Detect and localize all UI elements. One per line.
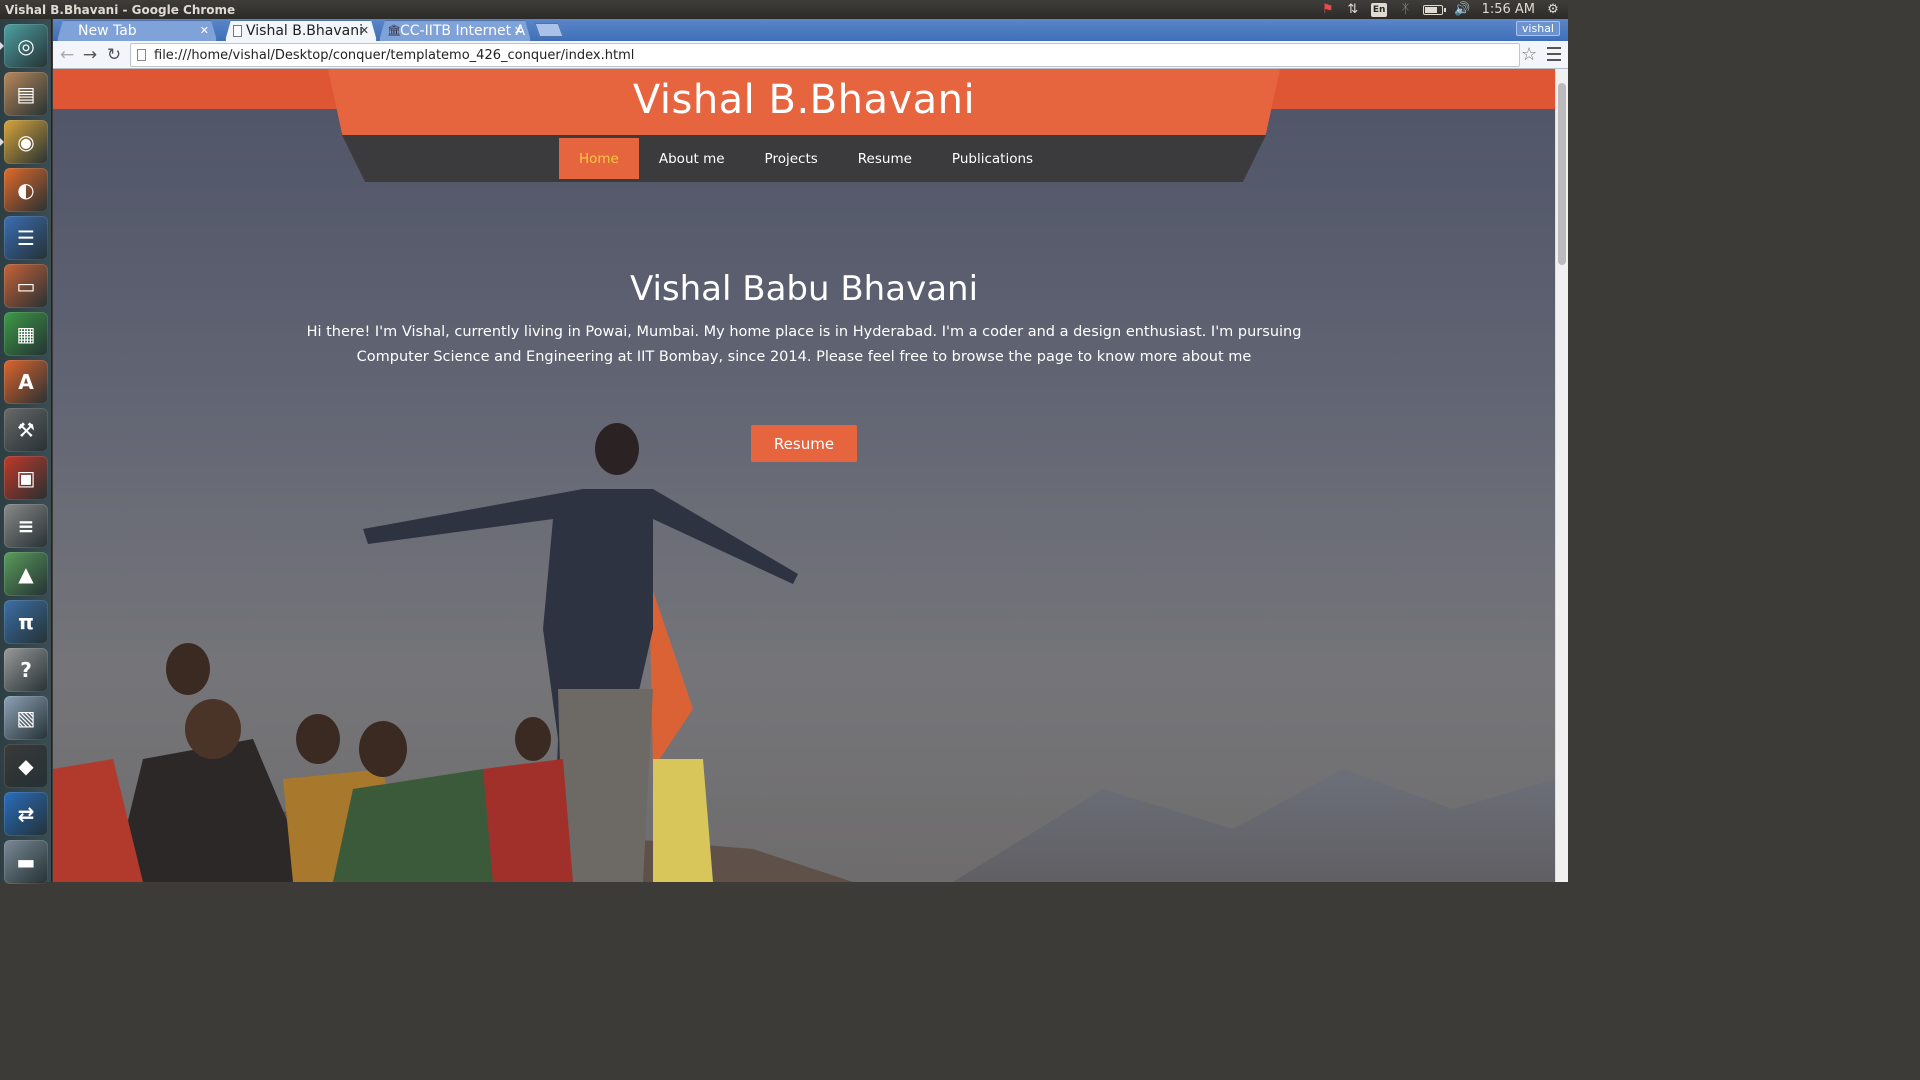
help-icon: ? [20,658,32,682]
nav-projects[interactable]: Projects [745,138,838,179]
close-icon[interactable]: ✕ [360,21,369,41]
bluetooth-icon[interactable]: ᛡ [1398,2,1412,17]
tab-strip: New Tab ✕ Vishal B.Bhavani ✕ 🏛 CC-IITB I… [53,19,1568,41]
battery-icon[interactable] [1423,4,1447,15]
tab-title: New Tab [78,23,137,39]
disk-icon: ▬ [16,850,36,874]
tab-new-tab[interactable]: New Tab ✕ [57,20,217,41]
hero-name: Vishal Babu Bhavani [629,269,979,309]
launcher-firefox[interactable]: ◐ [4,168,48,212]
settings-icon: ⚒ [17,418,35,442]
launcher-teamviewer[interactable]: ⇄ [4,792,48,836]
tab-title: CC-IITB Internet A [400,23,526,39]
bank-icon: 🏛 [387,24,401,37]
launcher-mixer[interactable]: ≡ [4,504,48,548]
launcher-image-viewer[interactable]: ▧ [4,696,48,740]
tab-cc-iitb[interactable]: 🏛 CC-IITB Internet A ✕ [379,20,531,41]
launcher-dash-home[interactable]: ◎ [4,24,48,68]
software-center-icon: A [18,370,34,394]
menu-icon[interactable] [1547,47,1561,61]
launcher-files[interactable]: ▤ [4,72,48,116]
tab-vishal-bhavani[interactable]: Vishal B.Bhavani ✕ [225,20,377,41]
bookmark-star-icon[interactable]: ☆ [1521,44,1537,65]
firefox-icon: ◐ [17,178,35,202]
group-photo [53,423,1555,882]
close-icon[interactable]: ✕ [200,21,209,41]
browser-toolbar: ← → ↻ ☆ [53,41,1568,69]
page-scrollbar[interactable] [1555,69,1568,882]
inkscape-icon: ◆ [18,754,34,778]
launcher-help[interactable]: ? [4,648,48,692]
url-input[interactable] [154,47,1474,63]
resume-button[interactable]: Resume [751,425,857,462]
running-indicator [0,42,4,50]
libreoffice-calc-icon: ▦ [16,322,36,346]
volume-icon[interactable]: 🔊 [1454,2,1470,17]
new-tab-button[interactable] [534,23,564,37]
reload-icon[interactable]: ↻ [103,44,125,66]
forward-arrow-icon[interactable]: → [79,44,101,66]
nav-publications[interactable]: Publications [932,138,1053,179]
profile-button[interactable]: vishal [1515,21,1560,36]
tab-title: Vishal B.Bhavani [246,23,363,39]
network-arrows-icon[interactable]: ⇅ [1346,2,1360,17]
file-manager-icon: ▤ [16,82,36,106]
launcher-android-studio[interactable]: ▲ [4,552,48,596]
launcher-workspaces[interactable]: ▣ [4,456,48,500]
close-icon[interactable]: ✕ [514,21,523,41]
running-indicator [0,138,4,146]
ubuntu-logo-icon: ◎ [17,34,35,58]
launcher-system-settings[interactable]: ⚒ [4,408,48,452]
launcher-software-center[interactable]: A [4,360,48,404]
launcher: ◎ ▤ ◉ ◐ ☰ ▭ ▦ A ⚒ ▣ ≡ ▲ π? ▧ ◆ ⇄ ▬ [0,19,52,884]
top-panel: Vishal B.Bhavani - Google Chrome ⚑ ⇅ En … [0,0,1568,19]
sliders-icon: ≡ [17,514,35,538]
gear-icon[interactable]: ⚙ [1546,2,1560,17]
indicator-area: ⚑ ⇅ En ᛡ 🔊 1:56 AM ⚙ [1321,2,1568,17]
launcher-impress[interactable]: ▭ [4,264,48,308]
launcher-python[interactable]: π [4,600,48,644]
launcher-calc[interactable]: ▦ [4,312,48,356]
python-icon: π [18,610,34,634]
libreoffice-writer-icon: ☰ [17,226,35,250]
battery-level [1425,6,1437,13]
site-nav: Home About me Projects Resume Publicatio… [559,138,1053,179]
android-studio-icon: ▲ [18,562,34,586]
launcher-disk[interactable]: ▬ [4,840,48,884]
address-bar[interactable] [130,43,1520,67]
back-arrow-icon[interactable]: ← [56,44,78,66]
page-viewport: Vishal B.Bhavani Home About me Projects … [53,69,1555,882]
launcher-inkscape[interactable]: ◆ [4,744,48,788]
browser-window: New Tab ✕ Vishal B.Bhavani ✕ 🏛 CC-IITB I… [53,19,1568,882]
keyboard-layout-indicator[interactable]: En [1370,2,1388,17]
page-icon [137,49,146,61]
clock[interactable]: 1:56 AM [1482,2,1535,17]
scrollbar-thumb[interactable] [1558,83,1566,265]
teamviewer-icon: ⇄ [17,802,35,826]
nav-resume[interactable]: Resume [838,138,932,179]
nav-home[interactable]: Home [559,138,639,179]
page-icon [233,25,242,37]
window-title: Vishal B.Bhavani - Google Chrome [5,2,236,17]
launcher-writer[interactable]: ☰ [4,216,48,260]
image-viewer-icon: ▧ [16,706,36,730]
nav-about-me[interactable]: About me [639,138,745,179]
workspace-switcher-icon: ▣ [16,466,36,490]
launcher-chrome[interactable]: ◉ [4,120,48,164]
chrome-icon: ◉ [17,130,35,154]
shield-icon[interactable]: ⚑ [1321,2,1335,17]
libreoffice-impress-icon: ▭ [16,274,36,298]
hero-bio: Hi there! I'm Vishal, currently living i… [306,324,1302,365]
site-title: Vishal B.Bhavani [632,77,976,123]
